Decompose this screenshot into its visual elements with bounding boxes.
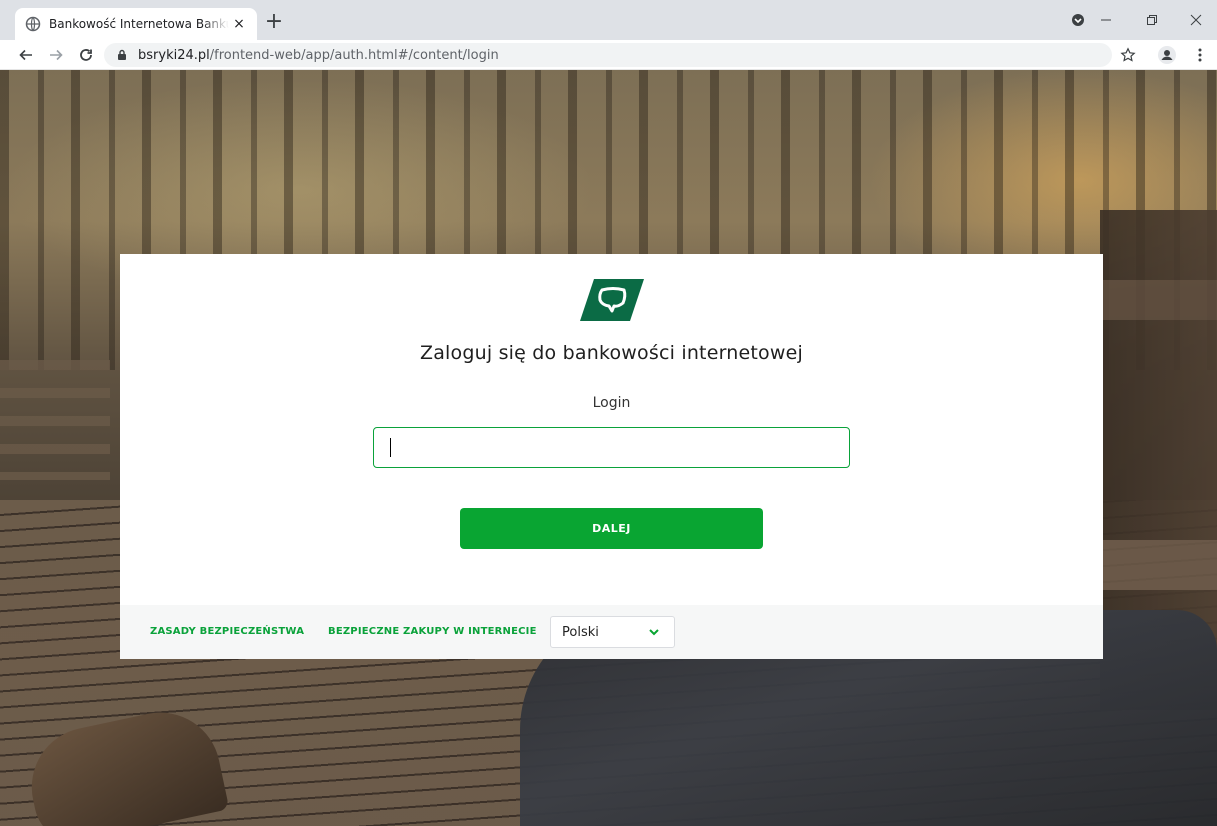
- bank-logo-icon: [580, 279, 644, 321]
- login-input[interactable]: [373, 427, 850, 468]
- next-button[interactable]: DALEJ: [460, 508, 763, 549]
- language-select[interactable]: Polski: [550, 616, 675, 648]
- login-label: Login: [592, 395, 631, 411]
- tab-strip: Bankowość Internetowa Banku Spółdzielcze…: [0, 0, 1217, 40]
- address-bar[interactable]: bsryki24.pl/frontend-web/app/auth.html#/…: [104, 43, 1112, 67]
- safe-shopping-link[interactable]: BEZPIECZNE ZAKUPY W INTERNECIE: [328, 626, 537, 637]
- background-railing-left: [0, 360, 110, 480]
- globe-icon: [25, 16, 41, 32]
- page-title: Zaloguj się do bankowości internetowej: [420, 342, 803, 364]
- browser-tab[interactable]: Bankowość Internetowa Banku Spółdzielcze…: [15, 8, 257, 40]
- restore-icon[interactable]: [1132, 6, 1172, 34]
- kebab-menu-icon[interactable]: [1188, 43, 1212, 67]
- url-host: bsryki24.pl: [138, 47, 210, 63]
- tab-close-icon[interactable]: ×: [231, 16, 247, 32]
- forward-arrow-icon[interactable]: [44, 43, 68, 67]
- tab-title: Bankowość Internetowa Banku Spółdzielcze…: [49, 17, 229, 31]
- url-text: bsryki24.pl/frontend-web/app/auth.html#/…: [138, 48, 499, 63]
- login-card: Zaloguj się do bankowości internetowej L…: [120, 254, 1103, 659]
- window-close-icon[interactable]: [1176, 6, 1216, 34]
- security-rules-link[interactable]: ZASADY BEZPIECZEŃSTWA: [150, 626, 304, 637]
- lock-icon: [118, 49, 126, 60]
- reload-icon[interactable]: [74, 43, 98, 67]
- text-caret: [390, 438, 391, 457]
- browser-toolbar: bsryki24.pl/frontend-web/app/auth.html#/…: [0, 40, 1217, 70]
- chevron-down-icon: [649, 629, 659, 636]
- profile-icon[interactable]: [1155, 43, 1179, 67]
- url-path: /frontend-web/app/auth.html#/content/log…: [209, 47, 499, 63]
- back-arrow-icon[interactable]: [14, 43, 38, 67]
- minimize-icon[interactable]: [1086, 6, 1126, 34]
- card-footer: ZASADY BEZPIECZEŃSTWA BEZPIECZNE ZAKUPY …: [120, 605, 1103, 659]
- language-selected: Polski: [562, 624, 599, 640]
- new-tab-button[interactable]: +: [262, 11, 286, 35]
- star-icon[interactable]: [1116, 43, 1140, 67]
